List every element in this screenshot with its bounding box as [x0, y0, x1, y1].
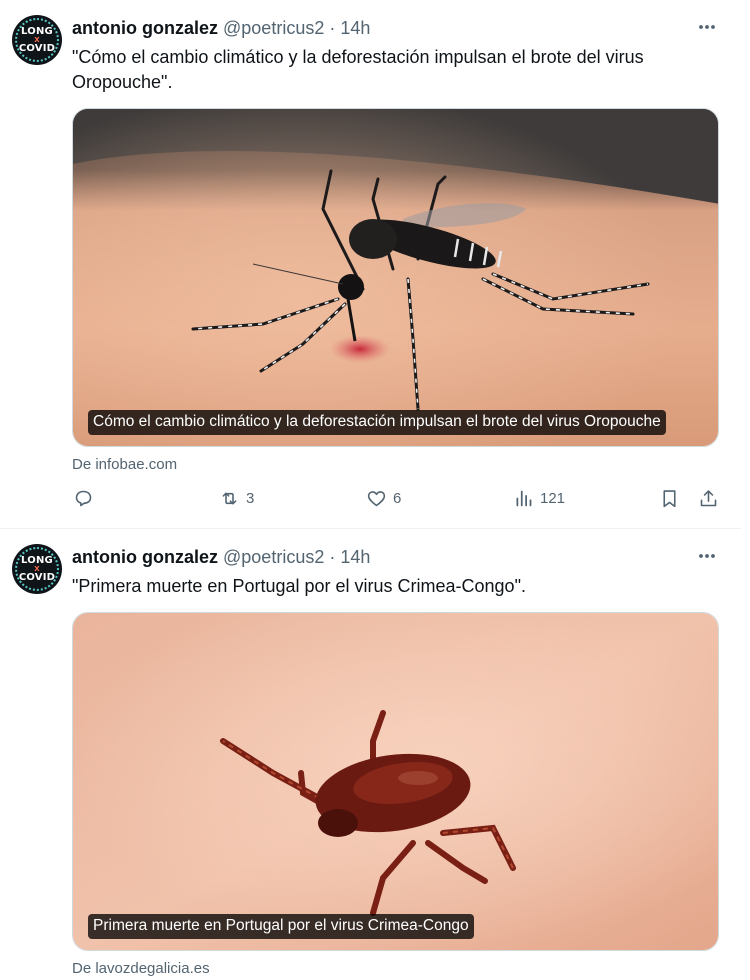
timestamp[interactable]: 14h	[340, 547, 370, 567]
timestamp[interactable]: 14h	[340, 18, 370, 38]
more-icon[interactable]	[697, 17, 717, 37]
tweet-header: antonio gonzalez @poetricus2 · 14h	[72, 17, 370, 39]
avatar-logo-text: LONG X COVID	[18, 554, 56, 583]
tweet-text: "Primera muerte en Portugal por el virus…	[72, 576, 526, 596]
tweet[interactable]: LONG X COVID antonio gonzalez @poetricus…	[0, 0, 741, 529]
display-name[interactable]: antonio gonzalez	[72, 18, 218, 38]
tweet-header: antonio gonzalez @poetricus2 · 14h	[72, 546, 370, 568]
card-caption: Primera muerte en Portugal por el virus …	[88, 914, 474, 939]
like-button[interactable]: 6	[366, 488, 401, 509]
separator-dot: ·	[329, 547, 336, 567]
views-icon	[516, 490, 532, 507]
card-source[interactable]: De lavozdegalicia.es	[72, 960, 210, 978]
heart-icon	[367, 491, 386, 507]
retweet-button[interactable]: 3	[219, 488, 254, 509]
bookmark-button[interactable]	[659, 488, 680, 509]
user-handle[interactable]: @poetricus2	[223, 547, 324, 567]
card-caption: Cómo el cambio climático y la deforestac…	[88, 410, 666, 435]
reply-button[interactable]	[73, 488, 94, 509]
view-count: 121	[540, 490, 566, 507]
share-icon	[700, 490, 717, 507]
display-name[interactable]: antonio gonzalez	[72, 547, 218, 567]
tweet-actions: 3 6 121	[0, 488, 741, 514]
retweet-count: 3	[246, 490, 255, 507]
views-button[interactable]: 121	[513, 488, 565, 509]
user-handle[interactable]: @poetricus2	[223, 18, 324, 38]
timeline-feed: LONG X COVID antonio gonzalez @poetricus…	[0, 0, 741, 980]
tick-image	[73, 613, 718, 950]
mosquito-image	[73, 109, 718, 446]
separator-dot: ·	[329, 18, 336, 38]
avatar-logo-text: LONG X COVID	[18, 25, 56, 54]
card-source[interactable]: De infobae.com	[72, 456, 177, 474]
more-icon[interactable]	[697, 546, 717, 566]
retweet-icon	[222, 492, 237, 505]
bookmark-icon	[663, 490, 676, 508]
reply-icon	[75, 490, 92, 507]
avatar[interactable]: LONG X COVID	[12, 15, 62, 65]
tweet-text: "Cómo el cambio climático y la deforesta…	[72, 47, 644, 92]
avatar[interactable]: LONG X COVID	[12, 544, 62, 594]
link-card[interactable]: Primera muerte en Portugal por el virus …	[72, 612, 719, 951]
like-count: 6	[393, 490, 402, 507]
share-button[interactable]	[698, 488, 719, 509]
link-card[interactable]: Cómo el cambio climático y la deforestac…	[72, 108, 719, 447]
